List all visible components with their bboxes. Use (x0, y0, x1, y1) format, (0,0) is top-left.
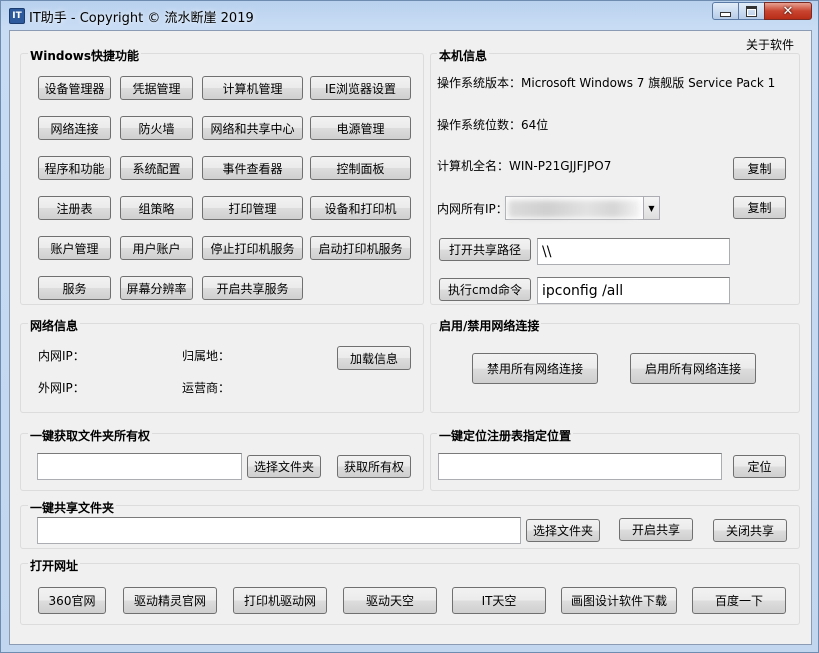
main-window: IT IT助手 - Copyright © 流水断崖 2019 ✕ 关于软件 W… (0, 0, 819, 653)
network-info-title: 网络信息 (28, 317, 81, 334)
os-bits-text: 操作系统位数：64位 (437, 118, 549, 132)
take-ownership-button[interactable]: 获取所有权 (337, 455, 411, 478)
location-label: 归属地： (182, 349, 231, 363)
client-area: 关于软件 Windows快捷功能 设备管理器 凭据管理 计算机管理 IE浏览器设… (9, 30, 812, 645)
disable-share-button[interactable]: 关闭共享 (713, 519, 787, 542)
ie-settings-button[interactable]: IE浏览器设置 (310, 76, 411, 100)
computer-name-text: 计算机全名：WIN-P21GJJFJPO7 (437, 159, 612, 173)
lan-ips-label: 内网所有IP： (437, 202, 508, 216)
open-urls-group: 打开网址 360官网 驱动精灵官网 打印机驱动网 驱动天空 IT天空 画图设计软… (20, 557, 800, 625)
close-icon: ✕ (782, 3, 794, 19)
folder-owner-path-input[interactable] (37, 453, 242, 480)
group-policy-button[interactable]: 组策略 (120, 196, 193, 220)
registry-locate-group: 一键定位注册表指定位置 定位 (430, 427, 800, 491)
url-design-software-button[interactable]: 画图设计软件下载 (561, 587, 677, 614)
screen-resolution-button[interactable]: 屏幕分辨率 (120, 276, 193, 300)
control-panel-button[interactable]: 控制面板 (310, 156, 411, 180)
maximize-button[interactable] (738, 2, 765, 20)
registry-button[interactable]: 注册表 (38, 196, 111, 220)
account-management-button[interactable]: 账户管理 (38, 236, 111, 260)
app-icon: IT (9, 8, 25, 24)
devices-printers-button[interactable]: 设备和打印机 (310, 196, 411, 220)
windows-shortcuts-title: Windows快捷功能 (28, 47, 141, 64)
device-manager-button[interactable]: 设备管理器 (38, 76, 111, 100)
stop-printer-service-button[interactable]: 停止打印机服务 (202, 236, 303, 260)
window-title: IT助手 - Copyright © 流水断崖 2019 (29, 11, 254, 26)
print-management-button[interactable]: 打印管理 (202, 196, 303, 220)
locate-registry-button[interactable]: 定位 (733, 455, 786, 478)
url-itsky-button[interactable]: IT天空 (452, 587, 546, 614)
choose-share-folder-button[interactable]: 选择文件夹 (526, 519, 600, 542)
folder-ownership-group: 一键获取文件夹所有权 选择文件夹 获取所有权 (20, 427, 424, 491)
isp-label: 运营商： (182, 381, 231, 395)
registry-locate-title: 一键定位注册表指定位置 (437, 427, 574, 444)
os-version-text: 操作系统版本：Microsoft Windows 7 旗舰版 Service P… (437, 76, 776, 90)
url-drivergenius-button[interactable]: 驱动精灵官网 (123, 587, 217, 614)
title-bar[interactable]: IT IT助手 - Copyright © 流水断崖 2019 ✕ (1, 1, 818, 29)
close-button[interactable]: ✕ (764, 2, 812, 20)
network-toggle-group: 启用/禁用网络连接 禁用所有网络连接 启用所有网络连接 (430, 317, 800, 413)
credential-manager-button[interactable]: 凭据管理 (120, 76, 193, 100)
open-urls-title: 打开网址 (28, 557, 81, 574)
folder-ownership-title: 一键获取文件夹所有权 (28, 427, 153, 444)
about-menu[interactable]: 关于软件 (746, 36, 794, 53)
firewall-button[interactable]: 防火墙 (120, 116, 193, 140)
start-printer-service-button[interactable]: 启动打印机服务 (310, 236, 411, 260)
run-cmd-button[interactable]: 执行cmd命令 (439, 278, 531, 301)
system-info-title: 本机信息 (437, 47, 490, 64)
copy-ips-button[interactable]: 复制 (733, 196, 786, 219)
windows-shortcuts-group: Windows快捷功能 设备管理器 凭据管理 计算机管理 IE浏览器设置 网络连… (20, 47, 424, 305)
network-info-group: 网络信息 内网IP： 归属地： 外网IP： 运营商： 加载信息 (20, 317, 424, 413)
enable-all-network-button[interactable]: 启用所有网络连接 (630, 353, 756, 384)
share-folder-group: 一键共享文件夹 选择文件夹 开启共享 关闭共享 (20, 499, 800, 549)
cmd-input[interactable] (537, 277, 730, 304)
share-folder-title: 一键共享文件夹 (28, 499, 117, 516)
enable-share-button[interactable]: 开启共享 (619, 518, 693, 541)
msconfig-button[interactable]: 系统配置 (120, 156, 193, 180)
redacted-ip-value (508, 200, 640, 218)
power-options-button[interactable]: 电源管理 (310, 116, 411, 140)
event-viewer-button[interactable]: 事件查看器 (202, 156, 303, 180)
url-baidu-button[interactable]: 百度一下 (692, 587, 786, 614)
lan-ip-label: 内网IP： (38, 349, 85, 363)
disable-all-network-button[interactable]: 禁用所有网络连接 (472, 353, 598, 384)
services-button[interactable]: 服务 (38, 276, 111, 300)
user-accounts-button[interactable]: 用户账户 (120, 236, 193, 260)
network-sharing-center-button[interactable]: 网络和共享中心 (202, 116, 303, 140)
wan-ip-label: 外网IP： (38, 381, 85, 395)
minimize-button[interactable] (712, 2, 739, 20)
open-share-path-button[interactable]: 打开共享路径 (439, 238, 531, 261)
choose-folder-owner-button[interactable]: 选择文件夹 (247, 455, 321, 478)
share-folder-path-input[interactable] (37, 517, 521, 544)
minimize-icon (720, 11, 731, 17)
network-connections-button[interactable]: 网络连接 (38, 116, 111, 140)
url-driver-sky-button[interactable]: 驱动天空 (343, 587, 437, 614)
lan-ips-dropdown[interactable]: ▼ (505, 196, 660, 220)
chevron-down-icon[interactable]: ▼ (643, 197, 659, 219)
enable-share-service-button[interactable]: 开启共享服务 (202, 276, 303, 300)
programs-features-button[interactable]: 程序和功能 (38, 156, 111, 180)
url-printer-driver-button[interactable]: 打印机驱动网 (233, 587, 327, 614)
system-info-group: 本机信息 操作系统版本：Microsoft Windows 7 旗舰版 Serv… (430, 47, 800, 305)
computer-management-button[interactable]: 计算机管理 (202, 76, 303, 100)
registry-path-input[interactable] (438, 453, 722, 480)
load-info-button[interactable]: 加载信息 (337, 346, 411, 370)
share-path-input[interactable] (537, 238, 730, 265)
maximize-icon (746, 5, 757, 17)
url-360-button[interactable]: 360官网 (38, 587, 106, 614)
network-toggle-title: 启用/禁用网络连接 (437, 317, 542, 334)
copy-computer-name-button[interactable]: 复制 (733, 157, 786, 180)
